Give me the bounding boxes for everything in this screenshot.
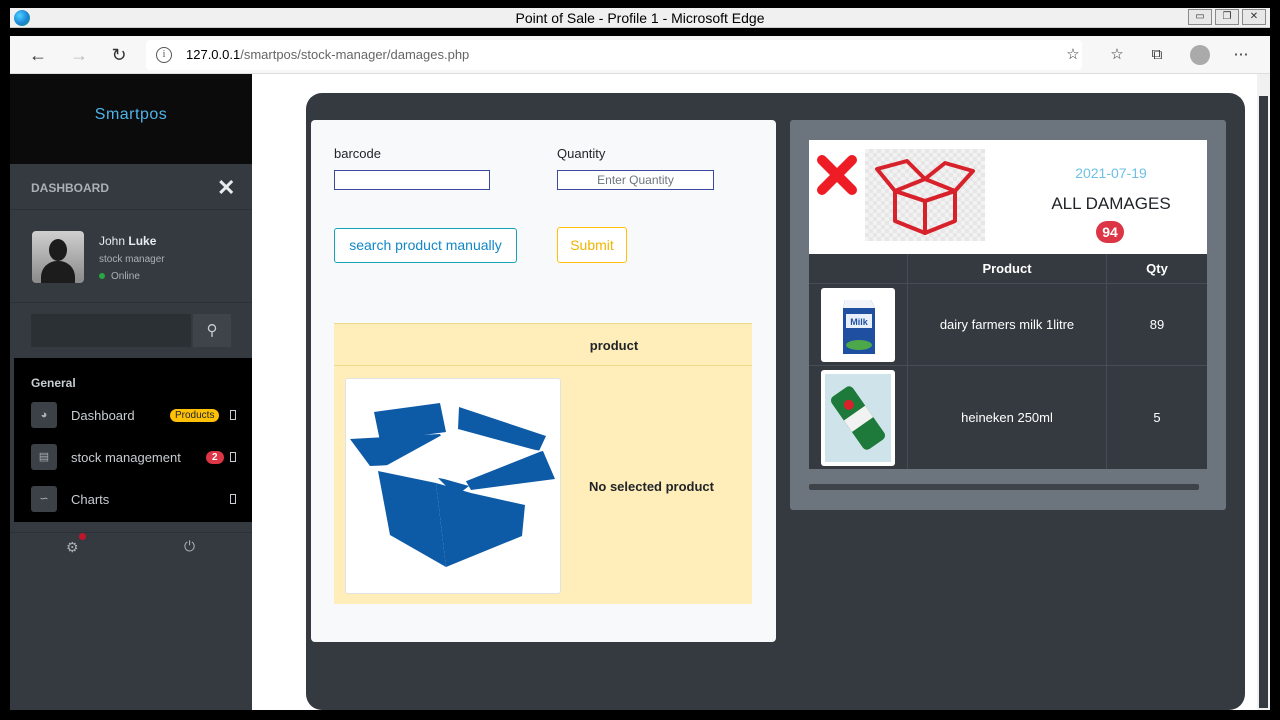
user-panel: John Luke stock manager Online [10,211,252,303]
sidebar-item-label: Charts [71,492,110,507]
product-name-cell: heineken 250ml [908,366,1107,469]
sidebar-search-input[interactable] [31,314,191,347]
avatar [32,231,84,283]
quantity-label: Quantity [557,146,606,161]
add-favorite-icon[interactable]: ☆ [1062,44,1084,66]
product-table: product No selected product [334,323,752,604]
qty-column-header: Qty [1107,254,1207,284]
notification-dot [79,533,86,540]
tachometer-icon: ◕ [31,402,57,428]
damages-date: 2021-07-19 [1075,165,1147,181]
online-dot-icon [99,273,105,280]
chevron-icon [230,494,236,504]
table-row[interactable]: Milk dairy farmers milk 1litre 89 [809,284,1207,366]
products-badge: Products [170,409,220,422]
collections-icon[interactable]: ⧉ [1146,44,1168,66]
sidebar-item-label: Dashboard [71,408,135,423]
damages-title: ALL DAMAGES [1051,194,1171,213]
red-x-icon [817,155,857,195]
product-table-header: product [334,323,752,366]
brand-bar: Smartpos [10,74,252,164]
damages-table: Product Qty Milk dairy farmers milk 1lit… [809,254,1207,469]
page-scroll-thumb[interactable] [1259,96,1268,708]
menu-heading: General [31,376,76,390]
chart-icon: ∽ [31,486,57,512]
url-text[interactable]: 127.0.0.1/smartpos/stock-manager/damages… [186,47,469,62]
user-status: Online [99,271,140,282]
close-sidebar-icon[interactable]: ✕ [217,175,235,201]
refresh-icon[interactable]: ↻ [107,43,131,67]
search-icon[interactable]: ⚲ [193,314,231,347]
barcode-label: barcode [334,146,381,161]
gear-icon[interactable]: ⚙ [66,539,79,556]
table-row[interactable]: heineken 250ml 5 [809,366,1207,469]
chevron-icon [230,452,236,462]
sidebar-title: DASHBOARD [31,181,109,195]
page-content: Smartpos DASHBOARD ✕ John Luke stock man… [10,74,1270,710]
window-titlebar: Point of Sale - Profile 1 - Microsoft Ed… [0,0,1280,36]
minimize-button[interactable]: ▭ [1188,9,1212,25]
product-column-header: product [589,338,639,353]
product-name-cell: dairy farmers milk 1litre [908,284,1107,365]
sidebar: Smartpos DASHBOARD ✕ John Luke stock man… [10,74,252,710]
product-column-header: Product [908,254,1107,284]
table-horizontal-scrollbar[interactable] [809,484,1199,490]
sidebar-item-stock-management[interactable]: ▤ stock management 2 [31,444,249,472]
box-icon: ▤ [31,444,57,470]
qty-cell: 5 [1153,410,1161,425]
more-menu-icon[interactable]: ⋯ [1230,44,1252,66]
restore-button[interactable]: ❐ [1215,9,1239,25]
power-icon[interactable]: ⏻ [184,538,195,555]
submit-button[interactable]: Submit [557,227,627,263]
product-thumb-cell: Milk [809,284,908,365]
search-product-button[interactable]: search product manually [334,228,517,263]
browser-toolbar: ← → ↻ i 127.0.0.1/smartpos/stock-manager… [10,36,1270,74]
image-column-header [809,254,908,284]
no-product-text: No selected product [589,479,714,494]
user-name: John Luke [99,234,157,248]
site-info-icon[interactable]: i [156,47,172,63]
favorites-icon[interactable]: ☆ [1106,44,1128,66]
sidebar-menu: General ◕ Dashboard Products ▤ stock man… [14,358,252,522]
qty-cell: 89 [1149,317,1165,332]
sidebar-header: DASHBOARD ✕ [10,164,252,210]
open-box-outline-icon [875,159,975,235]
chevron-icon [230,410,236,420]
page-scrollbar[interactable] [1257,74,1270,710]
back-arrow-icon[interactable]: ← [26,43,50,67]
user-role: stock manager [99,254,165,265]
open-box-icon [350,403,555,567]
damage-form-card: barcode Quantity Enter Quantity search p… [311,120,776,642]
sidebar-footer: ⚙ ⏻ [10,532,252,562]
svg-text:Milk: Milk [850,317,868,327]
quantity-input[interactable]: Enter Quantity [557,170,714,190]
damages-summary: 2021-07-19 ALL DAMAGES 94 [809,140,1207,254]
main-panel: barcode Quantity Enter Quantity search p… [306,93,1245,710]
product-placeholder-image [345,378,561,594]
heineken-can-image [821,369,895,466]
sidebar-item-dashboard[interactable]: ◕ Dashboard Products [31,402,249,430]
close-window-button[interactable]: ✕ [1242,9,1266,25]
window-title: Point of Sale - Profile 1 - Microsoft Ed… [515,10,765,26]
sidebar-item-charts[interactable]: ∽ Charts [31,486,249,514]
damages-count-badge: 94 [1096,221,1124,243]
milk-carton-image: Milk [821,287,895,362]
profile-avatar-icon[interactable] [1190,45,1210,65]
damages-panel: 2021-07-19 ALL DAMAGES 94 Product Qty Mi… [790,120,1226,510]
barcode-input[interactable] [334,170,490,190]
sidebar-item-label: stock management [71,450,181,465]
count-badge: 2 [206,451,224,464]
address-bar[interactable]: i 127.0.0.1/smartpos/stock-manager/damag… [146,40,1082,70]
damaged-box-image [865,149,985,241]
brand-name[interactable]: Smartpos [10,106,252,124]
forward-arrow-icon[interactable]: → [67,43,91,67]
product-thumb-cell [809,366,908,469]
